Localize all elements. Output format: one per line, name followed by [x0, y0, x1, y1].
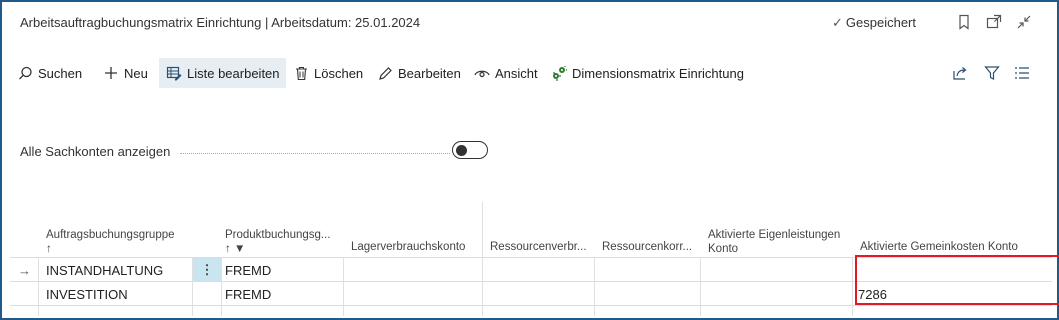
edit-label: Bearbeiten — [398, 65, 461, 81]
column-header-label: Aktivierte Gemeinkosten Konto — [860, 241, 1018, 253]
column-divider — [482, 257, 483, 316]
field-leader-dots — [180, 153, 450, 154]
column-divider — [38, 257, 39, 316]
share-icon[interactable] — [950, 63, 970, 83]
column-divider — [192, 257, 193, 316]
table-row-empty — [10, 305, 1052, 316]
show-all-accounts-toggle[interactable] — [452, 141, 488, 159]
checkmark-icon: ✓ — [832, 15, 843, 30]
edit-list-label: Liste bearbeiten — [187, 65, 280, 81]
edit-button[interactable]: Bearbeiten — [370, 58, 467, 88]
search-icon — [16, 64, 34, 82]
dimension-matrix-label: Dimensionsmatrix Einrichtung — [572, 65, 744, 81]
product-cell[interactable]: FREMD — [225, 258, 335, 282]
group-cell[interactable]: INSTANDHALTUNG — [46, 258, 191, 282]
list-view-icon[interactable] — [1012, 63, 1032, 83]
saved-label: Gespeichert — [845, 15, 916, 30]
filter-icon[interactable] — [982, 63, 1002, 83]
page-title: Arbeitsauftragbuchungsmatrix Einrichtung… — [20, 15, 421, 30]
saved-status: ✓ Gespeichert — [832, 15, 916, 31]
dimensions-icon — [550, 64, 568, 82]
column-header-lagerverbrauchskonto[interactable]: Lagerverbrauchskonto — [343, 202, 481, 260]
collapse-icon[interactable] — [1014, 12, 1034, 32]
pencil-icon — [376, 64, 394, 82]
eye-icon — [473, 64, 491, 82]
column-header-aktivierte-gemeinkosten[interactable]: Aktivierte Gemeinkosten Konto — [852, 202, 1048, 260]
sort-ascending-icon: ↑ — [46, 243, 52, 255]
bookmark-icon[interactable] — [954, 12, 974, 32]
current-row-arrow-icon: → — [18, 262, 31, 278]
column-divider — [700, 257, 701, 316]
edit-list-icon — [165, 64, 183, 82]
column-header-label: Lagerverbrauchskonto — [351, 241, 466, 253]
column-header-aktivierte-eigenleistungen[interactable]: Aktivierte Eigenleistungen Konto — [700, 202, 856, 260]
search-button[interactable]: Suchen — [10, 58, 88, 88]
trash-icon — [292, 64, 310, 82]
open-new-window-icon[interactable] — [984, 12, 1004, 32]
delete-label: Löschen — [314, 65, 364, 81]
row-menu-button[interactable]: ⋮ — [193, 258, 221, 282]
column-header-label: Ressourcenkorr... — [602, 241, 693, 253]
column-header-ressourcenverbrauch[interactable]: Ressourcenverbr... — [482, 202, 593, 260]
action-bar: Suchen Neu Liste bearbeiten Löschen Bear… — [10, 58, 1050, 88]
view-button[interactable]: Ansicht — [467, 58, 544, 88]
group-cell[interactable]: INVESTITION — [46, 282, 191, 306]
view-label: Ansicht — [495, 65, 538, 81]
column-divider — [594, 257, 595, 316]
highlight-box — [855, 255, 1059, 305]
column-header-label: Produktbuchungsg... — [225, 229, 331, 241]
column-header-produktbuchungsgruppe[interactable]: Produktbuchungsg... ↑ ▼ — [217, 202, 342, 260]
column-header-label: Ressourcenverbr... — [490, 241, 587, 253]
new-label: Neu — [124, 65, 148, 81]
product-cell[interactable]: FREMD — [225, 282, 335, 306]
page-frame: Arbeitsauftragbuchungsmatrix Einrichtung… — [0, 0, 1059, 320]
column-divider — [852, 257, 853, 316]
column-divider — [482, 202, 483, 260]
column-divider — [343, 257, 344, 316]
delete-button[interactable]: Löschen — [286, 58, 369, 88]
title-bar: Arbeitsauftragbuchungsmatrix Einrichtung… — [2, 2, 1057, 44]
edit-list-button[interactable]: Liste bearbeiten — [159, 58, 286, 88]
column-header-label: Aktivierte Eigenleistungen Konto — [708, 229, 841, 255]
sort-filter-icon: ↑ ▼ — [225, 243, 246, 255]
column-header-auftragsbuchungsgruppe[interactable]: Auftragsbuchungsgruppe ↑ — [38, 202, 208, 260]
dimension-matrix-button[interactable]: Dimensionsmatrix Einrichtung — [544, 58, 750, 88]
new-button[interactable]: Neu — [96, 58, 154, 88]
row-marker — [18, 282, 36, 306]
column-header-ressourcenkorrektur[interactable]: Ressourcenkorr... — [594, 202, 699, 260]
column-divider — [221, 257, 222, 316]
posting-matrix-grid: Auftragsbuchungsgruppe ↑ Produktbuchungsg… — [10, 202, 1059, 316]
show-all-accounts-field: Alle Sachkonten anzeigen — [20, 141, 500, 161]
show-all-accounts-label: Alle Sachkonten anzeigen — [20, 144, 171, 159]
column-header-label: Auftragsbuchungsgruppe — [46, 229, 175, 241]
plus-icon — [102, 64, 120, 82]
toggle-knob — [456, 144, 467, 156]
row-menu-button[interactable] — [193, 282, 221, 306]
search-label: Suchen — [38, 65, 83, 81]
